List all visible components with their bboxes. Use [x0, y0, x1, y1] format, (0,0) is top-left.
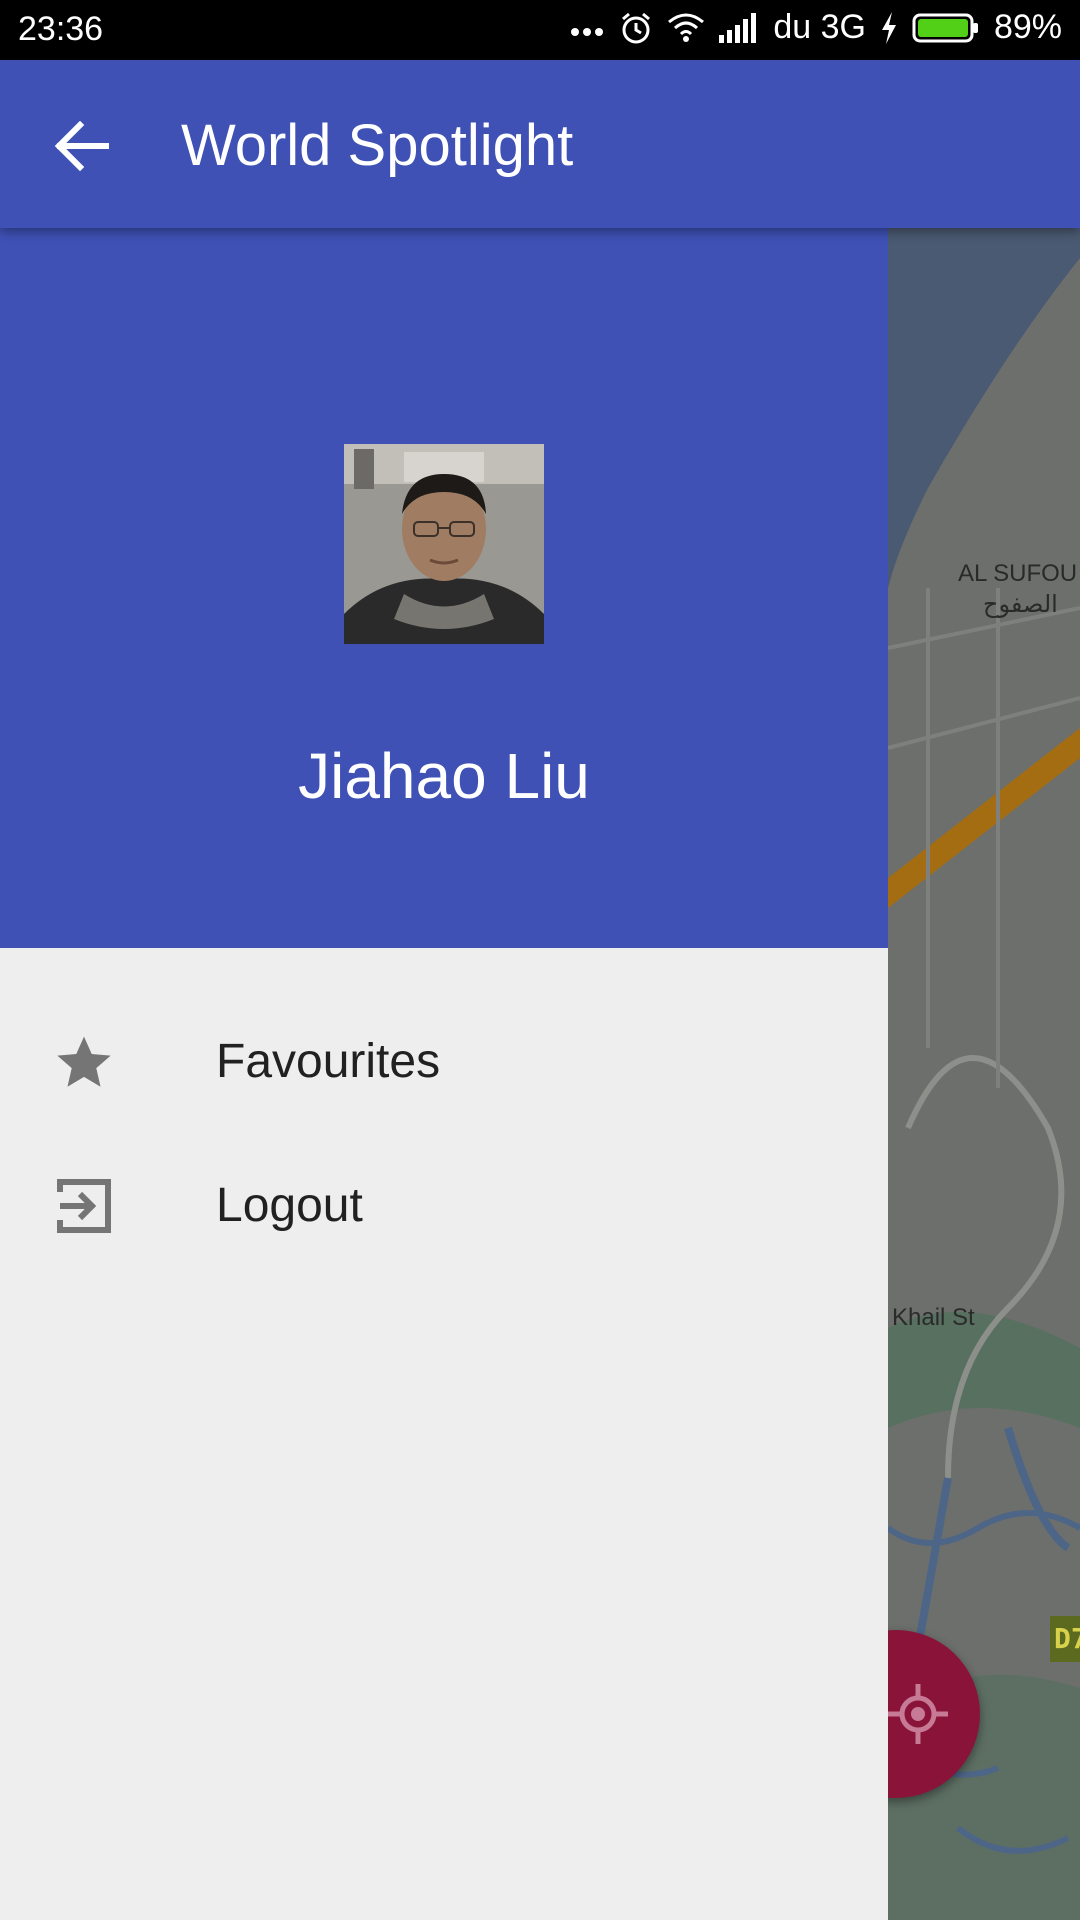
avatar[interactable]	[344, 444, 544, 644]
carrier-label: du 3G	[773, 8, 866, 46]
app-title: World Spotlight	[181, 113, 574, 178]
wifi-icon	[667, 12, 705, 44]
user-name: Jiahao Liu	[298, 740, 590, 812]
map-label-area-arabic: الصفوح	[983, 591, 1058, 618]
logout-icon	[52, 1174, 116, 1238]
app-bar: World Spotlight	[0, 60, 1080, 228]
back-button[interactable]	[46, 112, 118, 184]
status-time: 23:36	[18, 10, 104, 48]
battery-percent: 89%	[993, 8, 1062, 46]
battery-icon	[912, 12, 980, 44]
arrow-back-icon	[54, 120, 110, 176]
highway-badge: D7	[1050, 1616, 1080, 1662]
status-icons: du 3G 89%	[569, 8, 1062, 47]
more-dots-icon	[569, 18, 605, 38]
charging-icon	[880, 11, 898, 44]
status-bar: 23:36 du 3G 89%	[0, 0, 1080, 60]
map-label-area: AL SUFOU	[958, 560, 1078, 587]
alarm-icon	[619, 11, 653, 45]
signal-icon	[719, 12, 759, 43]
drawer-item-label: Favourites	[216, 1035, 441, 1088]
map-view[interactable]: AL SUFOU الصفوح Khail St D7	[888, 228, 1080, 1920]
drawer-header: Jiahao Liu	[0, 228, 888, 948]
drawer-item-favourites[interactable]: Favourites	[0, 990, 888, 1134]
star-icon	[52, 1030, 116, 1094]
navigation-drawer: Jiahao Liu Favourites Logout	[0, 228, 888, 1920]
map-label-street: Khail St	[892, 1304, 975, 1331]
drawer-item-logout[interactable]: Logout	[0, 1134, 888, 1278]
drawer-item-label: Logout	[216, 1179, 363, 1232]
